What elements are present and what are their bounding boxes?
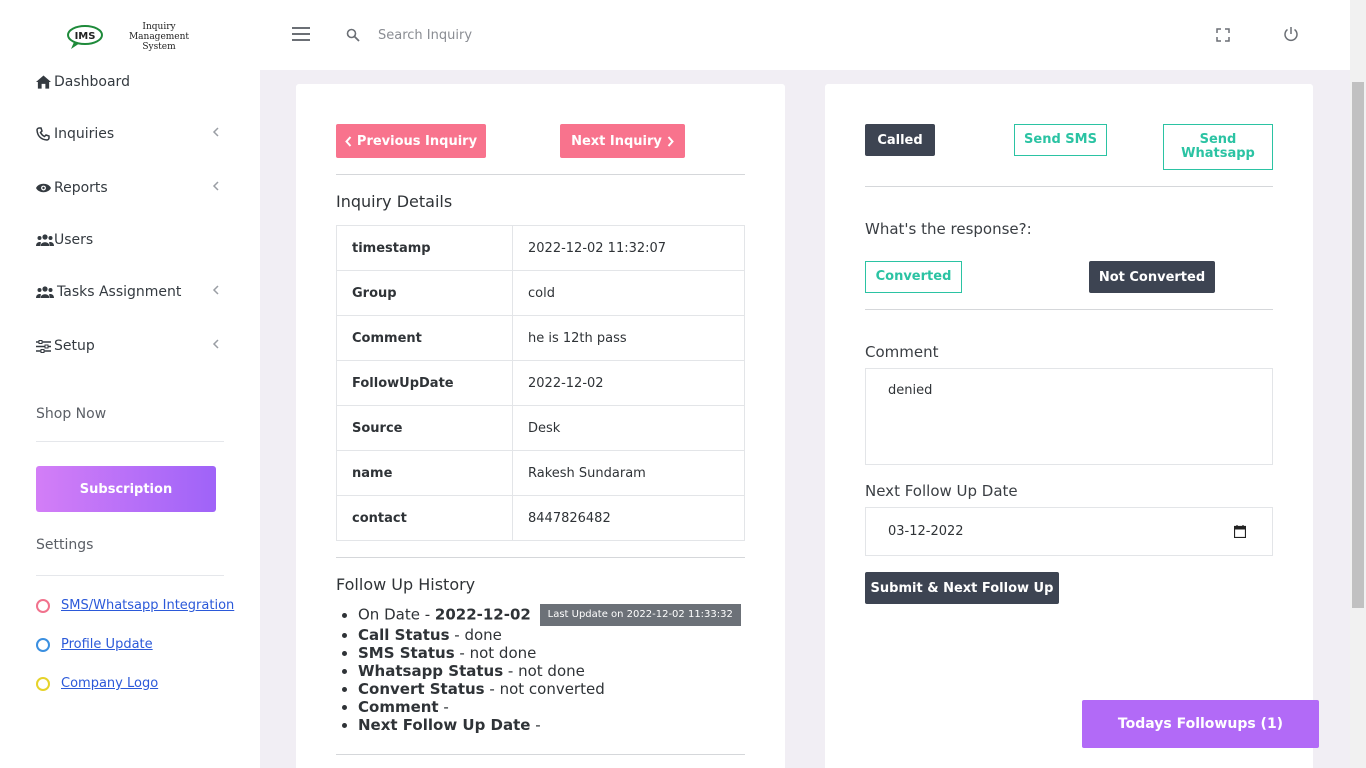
divider bbox=[865, 186, 1273, 187]
table-row: Source Desk bbox=[336, 405, 745, 451]
todays-followups-button[interactable]: Todays Followups (1) bbox=[1082, 700, 1319, 748]
converted-button[interactable]: Converted bbox=[865, 261, 962, 293]
app-name: Inquiry Management System bbox=[128, 22, 190, 52]
submit-next-follow-up-button[interactable]: Submit & Next Follow Up bbox=[865, 572, 1059, 604]
table-row: Group cold bbox=[336, 270, 745, 316]
shop-now-heading: Shop Now bbox=[36, 406, 107, 422]
sidebar-item-setup[interactable]: Setup bbox=[36, 334, 226, 358]
comment-label: Comment bbox=[865, 343, 939, 361]
company-logo-link[interactable]: Company Logo bbox=[36, 676, 158, 691]
chevron-left-icon bbox=[212, 338, 220, 354]
users-icon bbox=[36, 286, 54, 298]
calendar-icon[interactable] bbox=[1233, 525, 1247, 542]
list-item: Call Status - done bbox=[358, 626, 741, 644]
sidebar-item-label: Dashboard bbox=[54, 74, 130, 90]
power-icon[interactable] bbox=[1283, 26, 1299, 46]
sidebar-item-label: Setup bbox=[54, 338, 95, 354]
divider bbox=[36, 575, 224, 576]
sidebar-item-tasks-assignment[interactable]: Tasks Assignment bbox=[36, 280, 226, 304]
subscription-button[interactable]: Subscription bbox=[36, 466, 216, 512]
table-row: contact 8447826482 bbox=[336, 495, 745, 541]
list-item: Comment - bbox=[358, 698, 741, 716]
list-item: Whatsapp Status - not done bbox=[358, 662, 741, 680]
eye-icon bbox=[36, 182, 54, 194]
table-row: Comment he is 12th pass bbox=[336, 315, 745, 361]
divider bbox=[336, 174, 745, 175]
divider bbox=[336, 557, 745, 558]
app-logo[interactable]: IMS Inquiry Management System bbox=[66, 22, 206, 52]
sidebar-item-inquiries[interactable]: Inquiries bbox=[36, 122, 226, 146]
search-icon bbox=[346, 27, 360, 46]
sidebar: IMS Inquiry Management System Dashboard … bbox=[0, 0, 260, 768]
next-follow-up-date-label: Next Follow Up Date bbox=[865, 482, 1018, 500]
inquiry-details-title: Inquiry Details bbox=[336, 192, 453, 211]
previous-inquiry-button[interactable]: Previous Inquiry bbox=[336, 124, 486, 158]
called-button[interactable]: Called bbox=[865, 124, 935, 156]
chevron-left-icon bbox=[212, 126, 220, 142]
list-item: Convert Status - not converted bbox=[358, 680, 741, 698]
list-item: Next Follow Up Date - bbox=[358, 716, 741, 734]
circle-icon bbox=[36, 676, 50, 691]
sidebar-item-label: Tasks Assignment bbox=[57, 284, 182, 300]
comment-textarea[interactable]: denied bbox=[865, 368, 1273, 465]
next-inquiry-button[interactable]: Next Inquiry bbox=[560, 124, 685, 158]
home-icon bbox=[36, 75, 54, 89]
search-input[interactable] bbox=[378, 22, 638, 48]
sidebar-item-reports[interactable]: Reports bbox=[36, 176, 226, 200]
chevron-left-icon bbox=[345, 135, 352, 147]
last-update-badge: Last Update on 2022-12-02 11:33:32 bbox=[539, 604, 741, 626]
send-sms-button[interactable]: Send SMS bbox=[1014, 124, 1107, 156]
next-follow-up-date-input[interactable]: 03-12-2022 bbox=[865, 507, 1273, 556]
list-item: On Date - 2022-12-02 Last Update on 2022… bbox=[358, 604, 741, 626]
profile-update-link[interactable]: Profile Update bbox=[36, 637, 153, 652]
table-row: name Rakesh Sundaram bbox=[336, 450, 745, 496]
follow-up-card: Called Send SMS Send Whatsapp What's the… bbox=[825, 84, 1313, 768]
divider bbox=[865, 309, 1273, 310]
divider bbox=[36, 441, 224, 442]
phone-icon bbox=[36, 127, 54, 141]
ims-logo-icon: IMS bbox=[66, 24, 106, 50]
table-row: FollowUpDate 2022-12-02 bbox=[336, 360, 745, 406]
svg-text:IMS: IMS bbox=[75, 31, 96, 42]
chevron-left-icon bbox=[212, 284, 220, 300]
sidebar-item-users[interactable]: Users bbox=[36, 228, 226, 252]
inquiry-details-table: timestamp 2022-12-02 11:32:07 Group cold C… bbox=[336, 225, 745, 541]
settings-heading: Settings bbox=[36, 537, 94, 553]
sms-whatsapp-integration-link[interactable]: SMS/Whatsapp Integration bbox=[36, 598, 234, 613]
sliders-icon bbox=[36, 339, 54, 353]
topbar bbox=[260, 0, 1350, 70]
scrollbar-thumb[interactable] bbox=[1352, 82, 1364, 608]
follow-up-history-list: On Date - 2022-12-02 Last Update on 2022… bbox=[358, 604, 741, 734]
send-whatsapp-button[interactable]: Send Whatsapp bbox=[1163, 124, 1273, 170]
sidebar-item-label: Users bbox=[54, 232, 94, 248]
follow-up-history-title: Follow Up History bbox=[336, 575, 476, 594]
circle-icon bbox=[36, 598, 50, 613]
circle-icon bbox=[36, 637, 50, 652]
page-scrollbar[interactable] bbox=[1350, 0, 1366, 768]
sidebar-item-label: Reports bbox=[54, 180, 108, 196]
list-item: SMS Status - not done bbox=[358, 644, 741, 662]
response-label: What's the response?: bbox=[865, 220, 1032, 238]
fullscreen-icon[interactable] bbox=[1216, 27, 1230, 46]
divider bbox=[336, 754, 745, 755]
sidebar-item-label: Inquiries bbox=[54, 126, 115, 142]
sidebar-item-dashboard[interactable]: Dashboard bbox=[36, 70, 226, 94]
users-icon bbox=[36, 234, 54, 246]
chevron-right-icon bbox=[667, 135, 674, 147]
table-row: timestamp 2022-12-02 11:32:07 bbox=[336, 225, 745, 271]
inquiry-card: Previous Inquiry Next Inquiry Inquiry De… bbox=[296, 84, 785, 768]
chevron-left-icon bbox=[212, 180, 220, 196]
not-converted-button[interactable]: Not Converted bbox=[1089, 261, 1215, 293]
menu-icon[interactable] bbox=[292, 27, 310, 41]
